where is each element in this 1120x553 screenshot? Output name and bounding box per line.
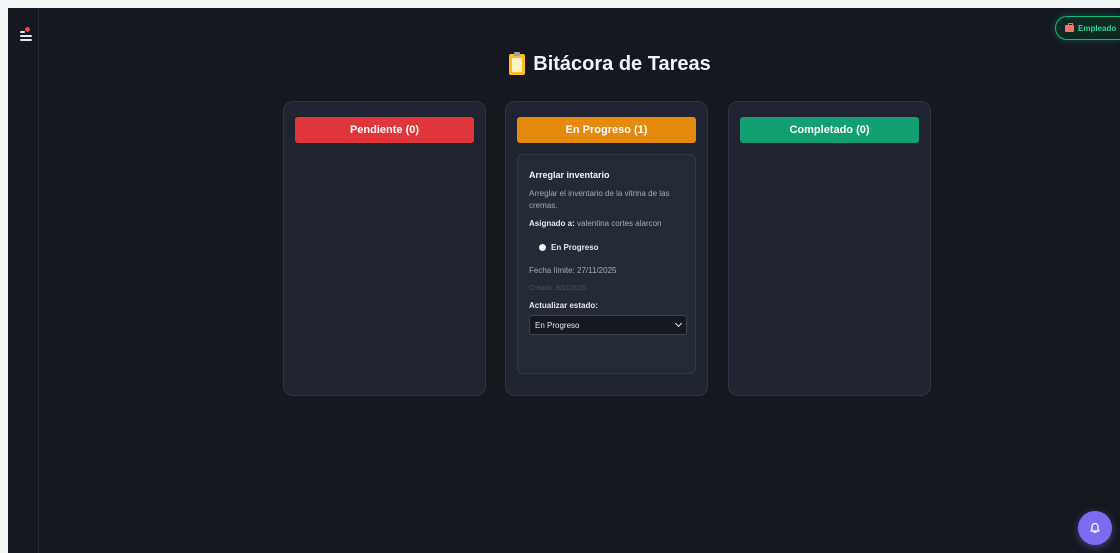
task-assignee-name: valentina cortes alarcon (577, 219, 662, 228)
sidebar-rail (8, 8, 39, 553)
task-card[interactable]: Arreglar inventario Arreglar el inventar… (517, 154, 696, 374)
update-status-select[interactable]: En Progreso (529, 315, 687, 335)
clipboard-icon (509, 52, 526, 75)
menu-icon[interactable] (19, 27, 35, 44)
status-dot-icon (539, 244, 546, 251)
role-badge[interactable]: Empleado (1055, 16, 1120, 40)
column-pending: Pendiente (0) (283, 101, 486, 396)
window-top-edge (0, 0, 1120, 8)
column-header-completed: Completado (0) (740, 117, 919, 143)
page-title-text: Bitácora de Tareas (533, 53, 711, 75)
column-completed: Completado (0) (728, 101, 931, 396)
role-badge-label: Empleado (1078, 23, 1117, 33)
bell-icon (1090, 522, 1100, 533)
task-assignee-label: Asignado a: (529, 219, 575, 228)
status-badge-label: En Progreso (551, 243, 599, 252)
column-in-progress: En Progreso (1) Arreglar inventario Arre… (505, 101, 708, 396)
task-created-date: Creado: 9/11/2025 (529, 285, 587, 292)
window-left-edge (0, 0, 8, 553)
briefcase-icon (1065, 22, 1074, 32)
chevron-down-icon (674, 319, 683, 328)
task-title: Arreglar inventario (529, 170, 610, 180)
notifications-button[interactable] (1078, 511, 1112, 545)
update-status-value: En Progreso (535, 320, 580, 330)
task-description: Arreglar el inventario de la vitrina de … (529, 189, 670, 210)
task-due-date: Fecha límite: 27/11/2025 (529, 266, 617, 275)
page-title: Bitácora de Tareas (0, 52, 1120, 76)
update-status-label: Actualizar estado: (529, 301, 598, 310)
task-assignee: Asignado a: valentina cortes alarcon (529, 218, 685, 230)
notification-dot-icon (25, 27, 30, 32)
column-header-in-progress: En Progreso (1) (517, 117, 696, 143)
column-header-pending: Pendiente (0) (295, 117, 474, 143)
status-badge: En Progreso (539, 243, 685, 252)
